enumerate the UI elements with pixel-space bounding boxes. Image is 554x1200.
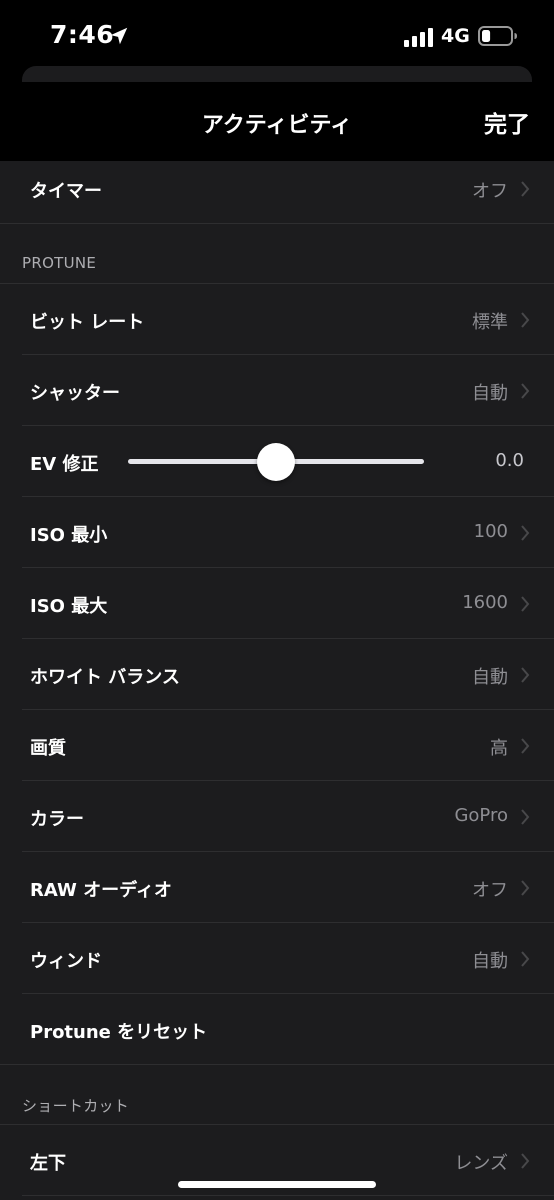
divider [0, 223, 554, 224]
timer-label: タイマー [30, 181, 102, 202]
white-balance-value: 自動 [472, 667, 508, 688]
color-row[interactable]: カラー GoPro [0, 781, 554, 852]
reset-protune-button[interactable]: Protune をリセット [0, 994, 554, 1065]
raw-audio-label: RAW オーディオ [30, 880, 172, 901]
color-value: GoPro [454, 805, 508, 826]
shutter-row[interactable]: シャッター 自動 [0, 355, 554, 426]
status-time: 7:46 [50, 20, 115, 49]
chevron-right-icon [521, 880, 530, 896]
white-balance-row[interactable]: ホワイト バランス 自動 [0, 639, 554, 710]
chevron-right-icon [521, 667, 530, 683]
ev-value: 0.0 [495, 450, 524, 471]
wind-label: ウィンド [30, 951, 102, 972]
page-title: アクティビティ [201, 113, 353, 138]
color-label: カラー [30, 809, 84, 830]
wind-value: 自動 [472, 951, 508, 972]
shutter-label: シャッター [30, 383, 120, 404]
timer-row[interactable]: タイマー オフ [0, 161, 554, 224]
home-indicator [178, 1181, 376, 1188]
chevron-right-icon [521, 951, 530, 967]
ev-slider-thumb[interactable] [257, 443, 295, 481]
shutter-value: 自動 [472, 383, 508, 404]
divider [0, 1064, 554, 1065]
reset-protune-label: Protune をリセット [30, 1022, 208, 1043]
chevron-right-icon [521, 738, 530, 754]
quality-value: 高 [490, 738, 508, 759]
chevron-right-icon [521, 181, 530, 197]
iso-min-label: ISO 最小 [30, 525, 108, 546]
cellular-signal-icon [404, 28, 433, 47]
iso-max-row[interactable]: ISO 最大 1600 [0, 568, 554, 639]
raw-audio-row[interactable]: RAW オーディオ オフ [0, 852, 554, 923]
chevron-right-icon [521, 525, 530, 541]
bit-rate-value: 標準 [472, 312, 508, 333]
section-header-shortcut: ショートカット [22, 1097, 130, 1115]
chevron-right-icon [521, 596, 530, 612]
status-bar: 7:46 4G [0, 0, 554, 68]
shortcut-bottom-left-label: 左下 [30, 1153, 66, 1174]
iso-max-value: 1600 [462, 592, 508, 613]
section-header-protune: PROTUNE [22, 254, 97, 272]
timer-value: オフ [472, 181, 508, 202]
chevron-right-icon [521, 809, 530, 825]
battery-icon [478, 26, 517, 46]
bit-rate-label: ビット レート [30, 312, 145, 333]
raw-audio-value: オフ [472, 880, 508, 901]
quality-row[interactable]: 画質 高 [0, 710, 554, 781]
done-button[interactable]: 完了 [484, 105, 530, 139]
navigation-bar: アクティビティ 完了 [0, 82, 554, 161]
shortcut-bottom-left-value: レンズ [454, 1153, 508, 1174]
chevron-right-icon [521, 1153, 530, 1169]
ev-label: EV 修正 [30, 454, 99, 475]
iso-min-value: 100 [473, 521, 508, 542]
network-type: 4G [441, 25, 470, 47]
white-balance-label: ホワイト バランス [30, 667, 180, 688]
divider [22, 1195, 554, 1196]
iso-min-row[interactable]: ISO 最小 100 [0, 497, 554, 568]
location-arrow-icon [110, 27, 128, 45]
chevron-right-icon [521, 383, 530, 399]
chevron-right-icon [521, 312, 530, 328]
wind-row[interactable]: ウィンド 自動 [0, 923, 554, 994]
settings-list[interactable]: タイマー オフ PROTUNE ビット レート 標準 シャッター 自動 EV 修… [0, 161, 554, 1200]
ev-compensation-row: EV 修正 0.0 [0, 426, 554, 497]
quality-label: 画質 [30, 738, 66, 759]
bit-rate-row[interactable]: ビット レート 標準 [0, 284, 554, 355]
iso-max-label: ISO 最大 [30, 596, 108, 617]
